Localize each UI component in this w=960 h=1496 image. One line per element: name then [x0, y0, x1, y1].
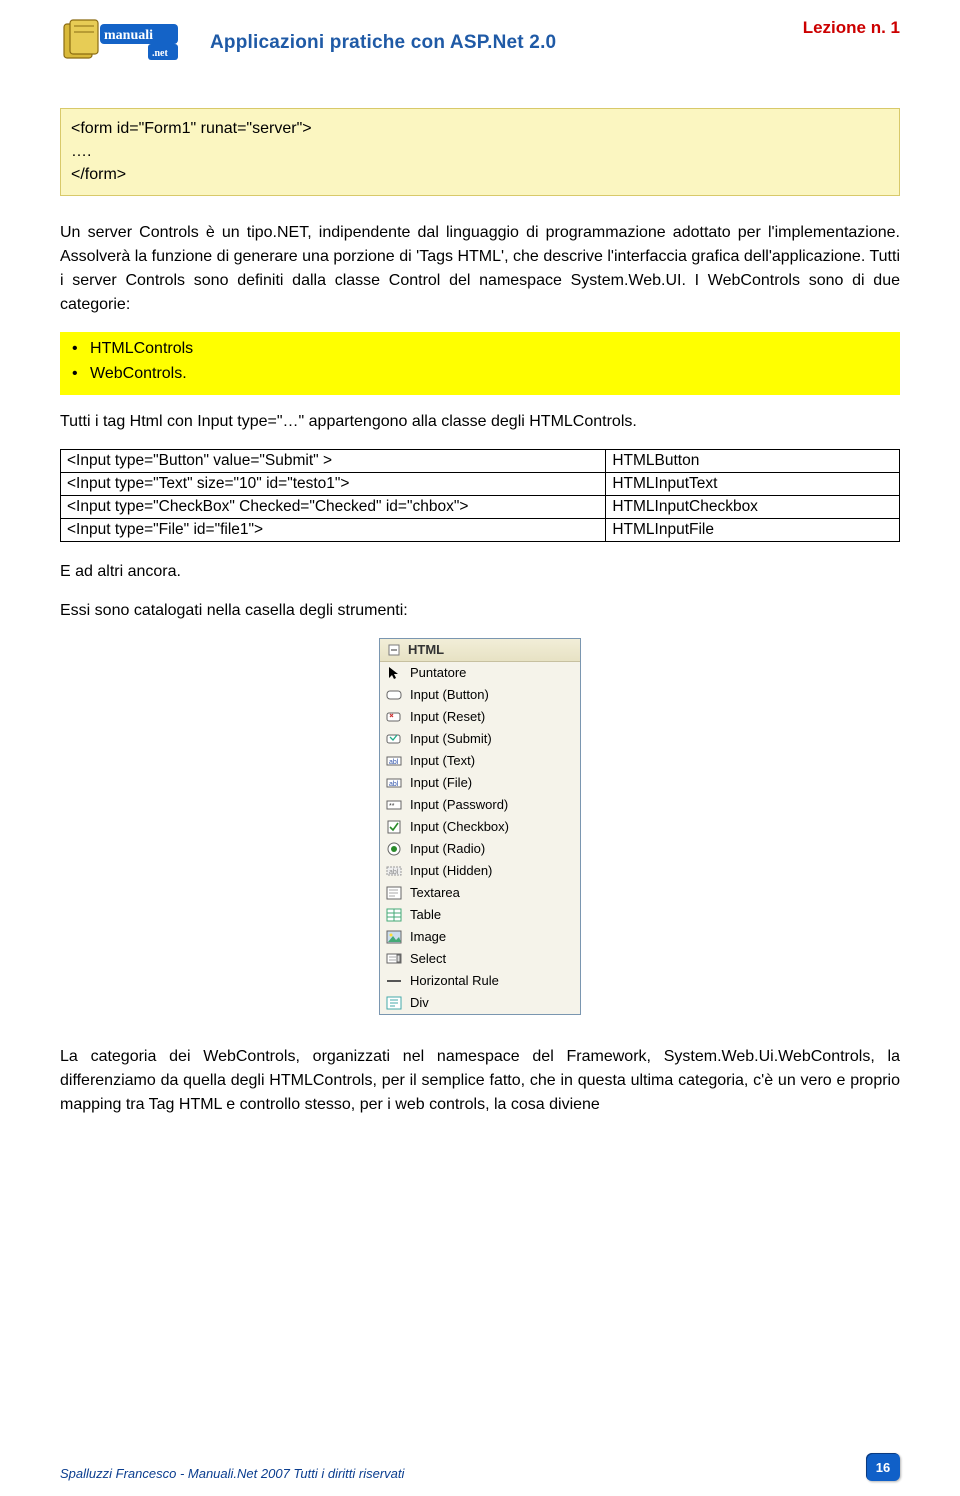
toolbox-item-div[interactable]: Div [380, 992, 580, 1014]
toolbox-item-button[interactable]: Input (Button) [380, 684, 580, 706]
table-cell-code: <Input type="Button" value="Submit" > [61, 449, 606, 472]
pointer-icon [386, 665, 402, 681]
footer-author: Spalluzzi Francesco [60, 1466, 180, 1481]
toolbox-item-text[interactable]: abl Input (Text) [380, 750, 580, 772]
toolbox-item-label: Input (Button) [410, 687, 489, 702]
toolbox-item-label: Div [410, 995, 429, 1010]
toolbox-item-label: Input (Submit) [410, 731, 492, 746]
toolbox-item-table[interactable]: Table [380, 904, 580, 926]
reset-icon [386, 709, 402, 725]
hr-icon [386, 973, 402, 989]
table-cell-type: HTMLButton [606, 449, 900, 472]
table-cell-type: HTMLInputCheckbox [606, 495, 900, 518]
footer-copyright: 2007 Tutti i diritti riservati [257, 1466, 404, 1481]
page-header: manuali .net Applicazioni pratiche con A… [60, 0, 900, 68]
toolbox-panel: HTML Puntatore Input (Button) Input (Res… [379, 638, 581, 1015]
svg-text:abl: abl [389, 869, 399, 876]
site-logo: manuali .net [60, 18, 180, 68]
toolbox-item-label: Input (Hidden) [410, 863, 492, 878]
table-row: <Input type="File" id="file1"> HTMLInput… [61, 518, 900, 541]
toolbox-item-reset[interactable]: Input (Reset) [380, 706, 580, 728]
toolbox-item-textarea[interactable]: Textarea [380, 882, 580, 904]
toolbox-item-select[interactable]: Select [380, 948, 580, 970]
page-number-badge: 16 [866, 1453, 900, 1481]
toolbox-item-file[interactable]: abl Input (File) [380, 772, 580, 794]
toolbox-item-label: Puntatore [410, 665, 466, 680]
minus-icon [386, 642, 402, 658]
toolbox-item-radio[interactable]: Input (Radio) [380, 838, 580, 860]
table-cell-code: <Input type="File" id="file1"> [61, 518, 606, 541]
svg-text:abl: abl [389, 781, 399, 788]
radio-icon [386, 841, 402, 857]
toolbox-item-hr[interactable]: Horizontal Rule [380, 970, 580, 992]
toolbox-item-hidden[interactable]: abl Input (Hidden) [380, 860, 580, 882]
footer-site: - Manuali.Net [180, 1466, 257, 1481]
toolbox-item-label: Horizontal Rule [410, 973, 499, 988]
lesson-number: Lezione n. 1 [803, 18, 900, 38]
table-cell-code: <Input type="CheckBox" Checked="Checked"… [61, 495, 606, 518]
paragraph-5: La categoria dei WebControls, organizzat… [60, 1045, 900, 1117]
div-icon [386, 995, 402, 1011]
course-title: Applicazioni pratiche con ASP.Net 2.0 [210, 32, 556, 54]
paragraph-4: Essi sono catalogati nella casella degli… [60, 599, 900, 623]
mapping-table: <Input type="Button" value="Submit" > HT… [60, 449, 900, 542]
button-icon [386, 687, 402, 703]
toolbox-item-label: Input (Radio) [410, 841, 485, 856]
toolbox-item-pointer[interactable]: Puntatore [380, 662, 580, 684]
toolbox-title: HTML [408, 642, 444, 657]
toolbox-item-label: Input (Password) [410, 797, 508, 812]
toolbox-item-image[interactable]: Image [380, 926, 580, 948]
toolbox-item-label: Select [410, 951, 446, 966]
page-footer: Spalluzzi Francesco - Manuali.Net 2007 T… [60, 1447, 900, 1481]
submit-icon [386, 731, 402, 747]
file-input-icon: abl [386, 775, 402, 791]
table-icon [386, 907, 402, 923]
paragraph-3: E ad altri ancora. [60, 560, 900, 584]
highlight-categories: HTMLControls WebControls. [60, 332, 900, 395]
toolbox-item-label: Textarea [410, 885, 460, 900]
hidden-input-icon: abl [386, 863, 402, 879]
toolbox-item-label: Input (Reset) [410, 709, 485, 724]
code-block-form: <form id="Form1" runat="server"> …. </fo… [60, 108, 900, 196]
svg-text:abl: abl [389, 759, 399, 766]
svg-text:**: ** [389, 803, 395, 810]
toolbox-item-label: Input (File) [410, 775, 472, 790]
toolbox-item-password[interactable]: ** Input (Password) [380, 794, 580, 816]
toolbox-item-checkbox[interactable]: Input (Checkbox) [380, 816, 580, 838]
toolbox-item-label: Input (Text) [410, 753, 475, 768]
bullet-webcontrols: WebControls. [90, 361, 890, 387]
bullet-htmlcontrols: HTMLControls [90, 336, 890, 362]
table-row: <Input type="CheckBox" Checked="Checked"… [61, 495, 900, 518]
password-icon: ** [386, 797, 402, 813]
toolbox-item-label: Input (Checkbox) [410, 819, 509, 834]
image-icon [386, 929, 402, 945]
checkbox-icon [386, 819, 402, 835]
toolbox-item-submit[interactable]: Input (Submit) [380, 728, 580, 750]
toolbox-item-label: Image [410, 929, 446, 944]
svg-text:manuali: manuali [104, 28, 153, 43]
table-cell-code: <Input type="Text" size="10" id="testo1"… [61, 472, 606, 495]
select-icon [386, 951, 402, 967]
table-cell-type: HTMLInputFile [606, 518, 900, 541]
table-row: <Input type="Text" size="10" id="testo1"… [61, 472, 900, 495]
toolbox-item-label: Table [410, 907, 441, 922]
toolbox-header[interactable]: HTML [380, 639, 580, 662]
page-number: 16 [876, 1460, 890, 1475]
svg-text:.net: .net [152, 48, 169, 59]
paragraph-2: Tutti i tag Html con Input type="…" appa… [60, 410, 900, 434]
table-row: <Input type="Button" value="Submit" > HT… [61, 449, 900, 472]
table-cell-type: HTMLInputText [606, 472, 900, 495]
paragraph-1: Un server Controls è un tipo.NET, indipe… [60, 221, 900, 317]
footer-credits: Spalluzzi Francesco - Manuali.Net 2007 T… [60, 1466, 404, 1481]
text-input-icon: abl [386, 753, 402, 769]
textarea-icon [386, 885, 402, 901]
